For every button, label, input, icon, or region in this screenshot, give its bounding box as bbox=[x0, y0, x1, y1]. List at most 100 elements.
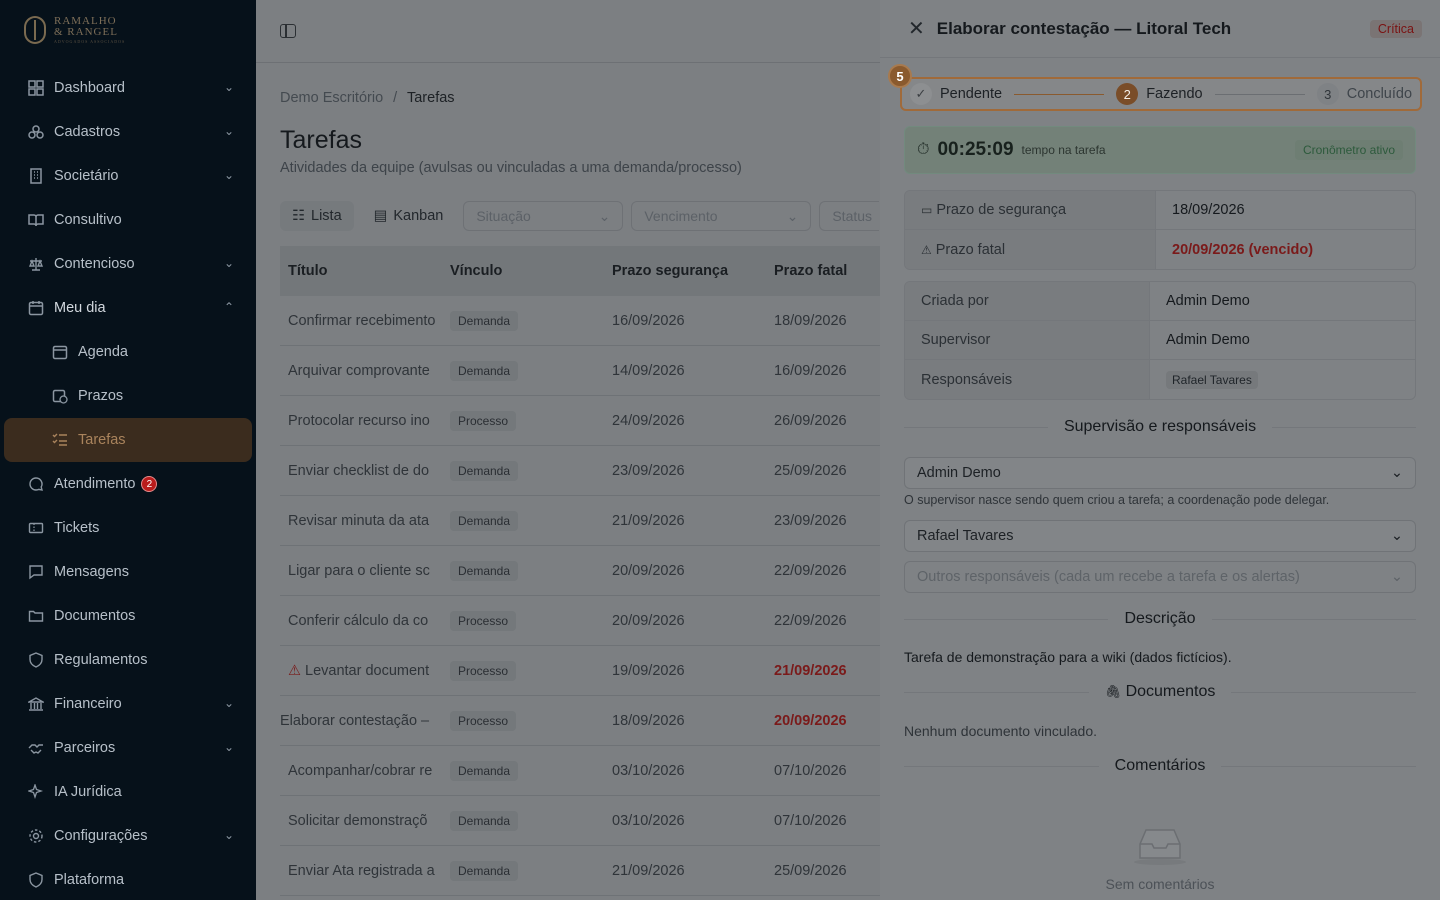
building-icon bbox=[28, 168, 44, 184]
col-prazo-seguranca[interactable]: Prazo segurança bbox=[604, 263, 766, 279]
sidebar-item-consultivo[interactable]: Consultivo bbox=[0, 198, 256, 242]
check-icon: ✓ bbox=[910, 83, 932, 105]
sidebar-item-agenda[interactable]: Agenda bbox=[0, 330, 256, 374]
list-icon: ☷ bbox=[292, 208, 305, 224]
brand-logo[interactable]: RAMALHO & RANGEL ADVOGADOS ASSOCIADOS bbox=[0, 0, 256, 60]
row-prazo-seguranca: 18/09/2026 bbox=[612, 712, 685, 729]
sidebar-item-label: Configurações bbox=[54, 828, 148, 844]
table-row[interactable]: Elaborar contestação – Processo 18/09/2026… bbox=[280, 696, 880, 746]
sidebar-item-label: Financeiro bbox=[54, 696, 122, 712]
row-prazo-fatal: 22/09/2026 bbox=[774, 612, 847, 629]
sidebar-item-contencioso[interactable]: Contencioso ⌄ bbox=[0, 242, 256, 286]
step-counter-badge: 5 bbox=[888, 64, 912, 88]
row-prazo-fatal: 07/10/2026 bbox=[774, 762, 847, 779]
no-documents-text: Nenhum documento vinculado. bbox=[904, 723, 1098, 739]
view-list-label: Lista bbox=[311, 208, 342, 224]
sidebar-item-societario[interactable]: Societário ⌄ bbox=[0, 154, 256, 198]
people-table: Criada por Admin Demo Supervisor Admin Dem… bbox=[904, 281, 1416, 400]
table-row[interactable]: Revisar minuta da ata Demanda 21/09/2026 23… bbox=[280, 496, 880, 546]
step-fazendo[interactable]: 2 Fazendo bbox=[1116, 83, 1203, 105]
row-vinculo-badge: Demanda bbox=[450, 810, 519, 831]
dashboard-icon bbox=[28, 80, 44, 96]
deadline-row: ⚠ Prazo fatal 20/09/2026 (vencido) bbox=[905, 230, 1415, 269]
situacao-select[interactable]: Situação ⌄ bbox=[463, 201, 624, 231]
row-vinculo-badge: Demanda bbox=[450, 760, 519, 781]
sidebar-item-financeiro[interactable]: Financeiro ⌄ bbox=[0, 682, 256, 726]
book-icon bbox=[28, 212, 44, 228]
vencimento-select[interactable]: Vencimento ⌄ bbox=[631, 201, 812, 231]
toggle-sidebar-icon[interactable] bbox=[280, 24, 296, 38]
table-row[interactable]: ⚠ Levantar document Processo 19/09/2026 21/0… bbox=[280, 646, 880, 696]
table-row[interactable]: Acompanhar/cobrar re Demanda 03/10/2026 07/… bbox=[280, 746, 880, 796]
task-description: Tarefa de demonstração para a wiki (dado… bbox=[904, 649, 1232, 665]
col-prazo-fatal[interactable]: Prazo fatal bbox=[766, 263, 880, 279]
brand-line-3: ADVOGADOS ASSOCIADOS bbox=[54, 39, 126, 44]
empty-inbox-icon bbox=[1132, 826, 1188, 866]
section-title: Documentos bbox=[1125, 683, 1216, 700]
step-concluido[interactable]: 3 Concluído bbox=[1316, 83, 1412, 105]
section-supervisao: Supervisão e responsáveis bbox=[904, 418, 1417, 436]
sidebar-item-meu-dia[interactable]: Meu dia ⌃ bbox=[0, 286, 256, 330]
sidebar-item-plataforma[interactable]: Plataforma bbox=[0, 858, 256, 900]
deadline-key: Prazo de segurança bbox=[936, 202, 1067, 218]
breadcrumb-current: Tarefas bbox=[406, 90, 455, 106]
people-row: Responsáveis Rafael Tavares bbox=[905, 360, 1415, 399]
table-row[interactable]: Solicitar demonstraçõ Demanda 03/10/2026 07… bbox=[280, 796, 880, 846]
unread-badge: 2 bbox=[141, 476, 158, 492]
sidebar-item-prazos[interactable]: Prazos bbox=[0, 374, 256, 418]
col-titulo[interactable]: Título bbox=[280, 263, 442, 279]
table-row[interactable]: Arquivar comprovante Demanda 14/09/2026 16/… bbox=[280, 346, 880, 396]
row-prazo-seguranca: 21/09/2026 bbox=[612, 862, 685, 879]
sparkles-icon bbox=[28, 784, 44, 800]
sidebar-item-label: Prazos bbox=[78, 388, 124, 404]
view-kanban-button[interactable]: ▤ Kanban bbox=[362, 201, 456, 231]
table-body: Confirmar recebimento Demanda 16/09/2026 18… bbox=[280, 296, 880, 896]
sidebar-item-cadastros[interactable]: Cadastros ⌄ bbox=[0, 110, 256, 154]
deadlines-table: ▭ Prazo de segurança 18/09/2026 ⚠ Prazo fa… bbox=[904, 190, 1416, 270]
responsavel-value: Rafael Tavares bbox=[917, 528, 1014, 544]
step-label: Pendente bbox=[940, 86, 1003, 102]
sidebar-item-label: Contencioso bbox=[54, 256, 135, 272]
col-vinculo[interactable]: Vínculo bbox=[442, 263, 604, 279]
status-select[interactable]: Status bbox=[819, 201, 880, 231]
sidebar-item-regulamentos[interactable]: Regulamentos bbox=[0, 638, 256, 682]
chat-icon bbox=[28, 476, 44, 492]
shield-icon bbox=[28, 652, 44, 668]
sidebar-item-label: Documentos bbox=[54, 608, 136, 624]
responsavel-tag: Rafael Tavares bbox=[1166, 370, 1258, 389]
sidebar-item-tarefas[interactable]: Tarefas bbox=[4, 418, 252, 462]
table-row[interactable]: Ligar para o cliente sc Demanda 20/09/2026… bbox=[280, 546, 880, 596]
table-row[interactable]: Confirmar recebimento Demanda 16/09/2026 18… bbox=[280, 296, 880, 346]
row-prazo-seguranca: 23/09/2026 bbox=[612, 462, 685, 479]
table-row[interactable]: Enviar checklist de do Demanda 23/09/2026 2… bbox=[280, 446, 880, 496]
breadcrumb-separator: / bbox=[393, 90, 398, 106]
sidebar-item-documentos[interactable]: Documentos bbox=[0, 594, 256, 638]
row-vinculo-badge: Processo bbox=[450, 660, 517, 681]
view-list-button[interactable]: ☷ Lista bbox=[280, 201, 354, 231]
shield-icon bbox=[28, 872, 44, 888]
section-title: Supervisão e responsáveis bbox=[1063, 418, 1257, 435]
sidebar-item-tickets[interactable]: Tickets bbox=[0, 506, 256, 550]
step-pendente[interactable]: ✓ Pendente bbox=[910, 83, 1002, 105]
breadcrumb-root[interactable]: Demo Escritório bbox=[280, 90, 383, 106]
people-key: Supervisor bbox=[905, 321, 1150, 359]
sidebar-item-atendimento[interactable]: Atendimento 2 bbox=[0, 462, 256, 506]
row-vinculo-badge: Demanda bbox=[450, 460, 519, 481]
chevron-down-icon: ⌄ bbox=[223, 80, 234, 94]
row-prazo-seguranca: 21/09/2026 bbox=[612, 512, 685, 529]
table-row[interactable]: Protocolar recurso ino Processo 24/09/2026… bbox=[280, 396, 880, 446]
table-row[interactable]: Enviar Ata registrada a Demanda 21/09/2026… bbox=[280, 846, 880, 896]
sidebar-item-dashboard[interactable]: Dashboard ⌄ bbox=[0, 66, 256, 110]
outros-responsaveis-select[interactable]: Outros responsáveis (cada um recebe a ta… bbox=[904, 561, 1416, 593]
responsavel-select[interactable]: Rafael Tavares ⌄ bbox=[904, 520, 1416, 552]
close-icon[interactable]: ✕ bbox=[908, 19, 925, 39]
sidebar-item-parceiros[interactable]: Parceiros ⌄ bbox=[0, 726, 256, 770]
row-prazo-fatal: 22/09/2026 bbox=[774, 562, 847, 579]
supervisor-select[interactable]: Admin Demo ⌄ bbox=[904, 457, 1416, 489]
sidebar-item-ia-juridica[interactable]: IA Jurídica bbox=[0, 770, 256, 814]
sidebar-item-configuracoes[interactable]: Configurações ⌄ bbox=[0, 814, 256, 858]
sidebar-item-mensagens[interactable]: Mensagens bbox=[0, 550, 256, 594]
table-row[interactable]: Conferir cálculo da co Processo 20/09/2026… bbox=[280, 596, 880, 646]
topbar bbox=[256, 0, 880, 63]
ticket-icon bbox=[28, 520, 44, 536]
